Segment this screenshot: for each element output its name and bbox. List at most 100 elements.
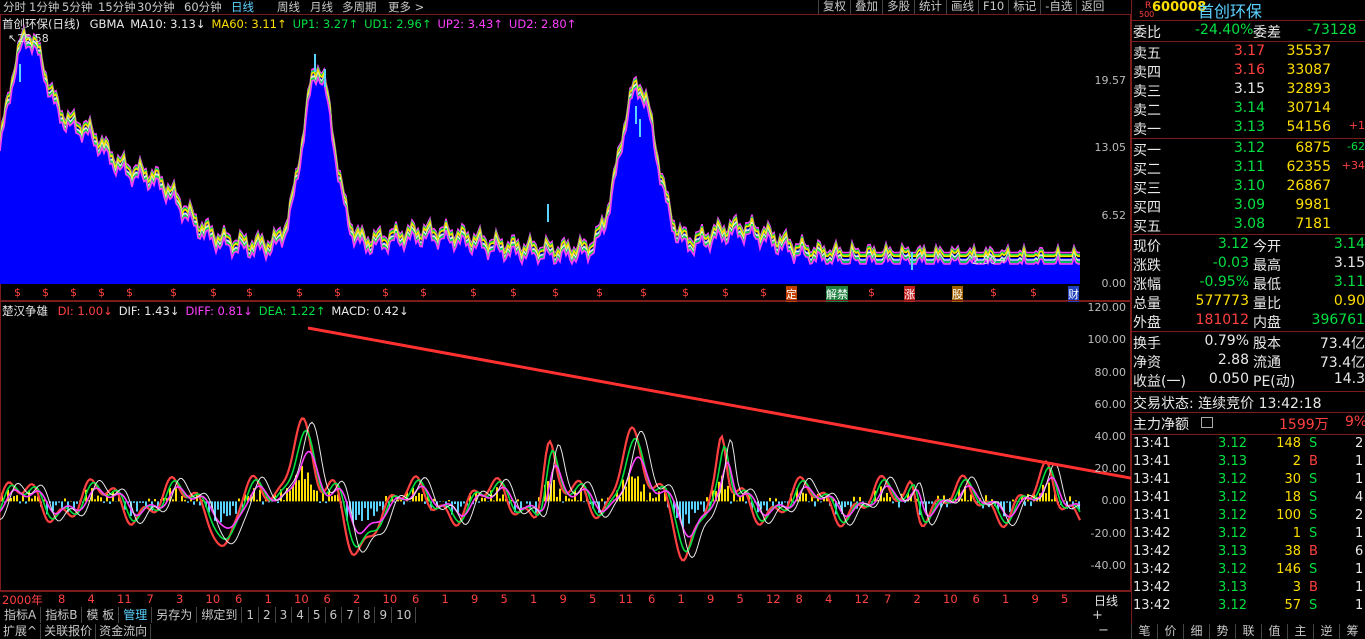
toolbar-button-2[interactable]: 多股 <box>882 0 914 14</box>
stat-row-1: 涨跌 -0.03 最高 3.15 <box>1133 255 1365 274</box>
period-tab-9[interactable]: 多周期 <box>342 0 377 15</box>
toolbar-button-6[interactable]: 标记 <box>1008 0 1040 14</box>
event-marker-2[interactable]: $ <box>70 286 77 299</box>
quote-tab-2[interactable]: 细 <box>1183 624 1209 639</box>
event-marker-11[interactable]: $ <box>420 286 427 299</box>
quote-tab-5[interactable]: 值 <box>1261 624 1287 639</box>
bid-row-0[interactable]: 买一 3.12 6875 -62 <box>1133 140 1365 159</box>
bid-volume: 7181 <box>1295 216 1331 232</box>
bottom-tab-10[interactable]: 5 <box>309 607 326 623</box>
event-marker-6[interactable]: $ <box>210 286 217 299</box>
toolbar-button-1[interactable]: 叠加 <box>850 0 882 14</box>
x-tick-26: 4 <box>825 592 833 606</box>
event-marker-8[interactable]: $ <box>296 286 303 299</box>
ask-row-3[interactable]: 卖二 3.14 30714 <box>1133 100 1331 119</box>
bid-row-3[interactable]: 买四 3.09 9981 <box>1133 197 1331 216</box>
bottom-tab-6[interactable]: 1 <box>242 607 259 623</box>
bottom-tab-11[interactable]: 6 <box>326 607 343 623</box>
ask-row-4[interactable]: 卖一 3.13 54156 +1 <box>1133 119 1365 138</box>
toolbar-button-4[interactable]: 画线 <box>946 0 978 14</box>
tick-side: S <box>1309 490 1318 505</box>
ask-row-1[interactable]: 卖四 3.16 33087 <box>1133 62 1331 81</box>
bottom-tab-14[interactable]: 9 <box>375 607 393 623</box>
bottom-tab-0[interactable]: 指标A <box>0 607 42 623</box>
event-marker-22[interactable]: $ <box>868 286 875 299</box>
zoom-out-button[interactable]: − <box>1098 623 1109 638</box>
toolbar-button-5[interactable]: F10 <box>978 0 1008 14</box>
event-marker-15[interactable]: $ <box>596 286 603 299</box>
bottom-tab-8[interactable]: 3 <box>276 607 293 623</box>
period-tab-10[interactable]: 更多 > <box>388 0 424 15</box>
bottom-tab-2[interactable]: 模 板 <box>82 607 120 623</box>
divider <box>1131 412 1365 413</box>
extension-tab-1[interactable]: 关联报价 <box>41 624 97 639</box>
period-tab-8[interactable]: 月线 <box>310 0 333 15</box>
toolbar-button-3[interactable]: 统计 <box>914 0 946 14</box>
quote-tab-7[interactable]: 逆 <box>1313 624 1339 639</box>
bottom-tab-7[interactable]: 2 <box>259 607 276 623</box>
toolbar-button-8[interactable]: 返回 <box>1076 0 1108 14</box>
indicator-chart[interactable] <box>0 300 1131 591</box>
quote-tab-4[interactable]: 联 <box>1235 624 1261 639</box>
period-tab-5[interactable]: 60分钟 <box>184 0 222 15</box>
bottom-tab-3[interactable]: 管理 <box>119 607 153 623</box>
event-marker-7[interactable]: $ <box>246 286 253 299</box>
min-price-label: 2.50→ <box>972 254 1006 267</box>
period-tab-3[interactable]: 15分钟 <box>98 0 136 15</box>
period-tab-7[interactable]: 周线 <box>277 0 300 15</box>
event-marker-3[interactable]: $ <box>98 286 105 299</box>
event-marker-17[interactable]: $ <box>682 286 689 299</box>
event-marker-26[interactable]: $ <box>1030 286 1037 299</box>
event-marker-18[interactable]: $ <box>722 286 729 299</box>
period-tab-6[interactable]: 日线 <box>231 0 254 15</box>
bottom-tab-4[interactable]: 另存为 <box>152 607 198 623</box>
bottom-tab-9[interactable]: 4 <box>292 607 309 623</box>
bid-row-1[interactable]: 买二 3.11 62355 +34 <box>1133 159 1365 178</box>
bid-price: 3.08 <box>1233 216 1265 232</box>
bid-row-4[interactable]: 买五 3.08 7181 <box>1133 216 1331 235</box>
bottom-tab-1[interactable]: 指标B <box>41 607 83 623</box>
event-marker-0[interactable]: $ <box>14 286 21 299</box>
event-marker-1[interactable]: $ <box>42 286 49 299</box>
main-y-tick-2: 6.52 <box>1101 209 1127 223</box>
bottom-tab-15[interactable]: 10 <box>392 607 417 623</box>
event-marker-19[interactable]: $ <box>760 286 767 299</box>
sub-y-tick-0: 120.00 <box>1087 301 1127 315</box>
event-marker-9[interactable]: $ <box>334 286 341 299</box>
bid-row-2[interactable]: 买三 3.10 26867 <box>1133 178 1331 197</box>
period-tab-1[interactable]: 1分钟 <box>29 0 59 15</box>
extension-tab-2[interactable]: 资金流向 <box>96 624 152 639</box>
quote-tab-1[interactable]: 价 <box>1157 624 1183 639</box>
event-marker-10[interactable]: $ <box>382 286 389 299</box>
event-marker-16[interactable]: $ <box>640 286 647 299</box>
extension-tab-0[interactable]: 扩展^ <box>0 624 42 639</box>
period-tab-4[interactable]: 30分钟 <box>137 0 175 15</box>
event-marker-13[interactable]: $ <box>510 286 517 299</box>
event-marker-25[interactable]: $ <box>990 286 997 299</box>
quote-tab-3[interactable]: 势 <box>1209 624 1235 639</box>
toolbar-button-0[interactable]: 复权 <box>818 0 850 14</box>
event-marker-4[interactable]: $ <box>126 286 133 299</box>
event-marker-12[interactable]: $ <box>470 286 477 299</box>
quote-tab-6[interactable]: 主 <box>1287 624 1313 639</box>
detail-icon[interactable] <box>1201 417 1213 428</box>
bottom-tab-12[interactable]: 7 <box>342 607 359 623</box>
period-tab-0[interactable]: 分时 <box>3 0 26 15</box>
toolbar-button-7[interactable]: -自选 <box>1040 0 1076 14</box>
main-net-row[interactable]: 主力净额 1599万 9% <box>1133 414 1365 433</box>
quote-tab-8[interactable]: 筹 <box>1339 624 1365 639</box>
stat-label: 今开 <box>1253 239 1281 255</box>
event-marker-5[interactable]: $ <box>170 286 177 299</box>
period-tab-2[interactable]: 5分钟 <box>62 0 92 15</box>
zoom-in-button[interactable]: + <box>1092 608 1103 623</box>
bottom-tab-13[interactable]: 8 <box>359 607 376 623</box>
tick-count: 2 <box>1355 436 1364 451</box>
ask-row-0[interactable]: 卖五 3.17 35537 <box>1133 43 1331 62</box>
event-marker-14[interactable]: $ <box>552 286 559 299</box>
main-price-chart[interactable] <box>0 14 1131 304</box>
stat-row-3: 总量 577773 量比 0.90 <box>1133 293 1365 312</box>
quote-tab-0[interactable]: 笔 <box>1131 624 1157 639</box>
bottom-tab-5[interactable]: 绑定到 <box>197 607 243 623</box>
ask-row-2[interactable]: 卖三 3.15 32893 <box>1133 81 1331 100</box>
stat-value: -0.95% <box>1199 274 1249 290</box>
